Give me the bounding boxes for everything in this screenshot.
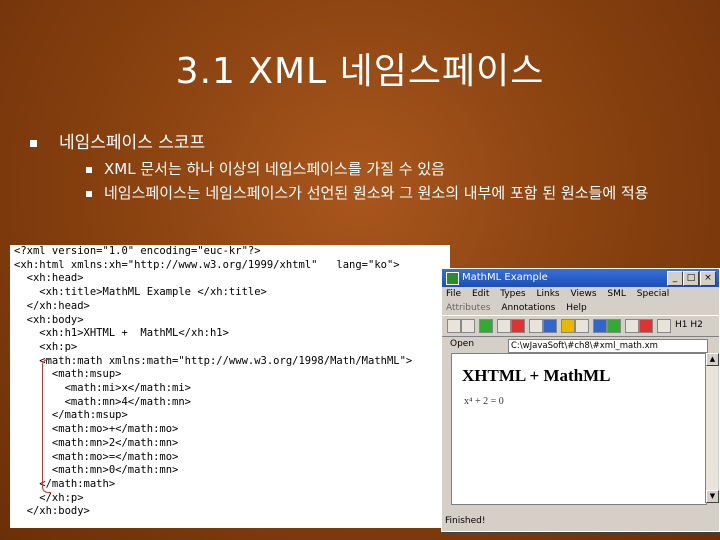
toolbar: H1 H2 xyxy=(442,315,719,337)
code-line: <math:math xmlns:math="http://www.w3.org… xyxy=(14,354,413,367)
open-label: Open xyxy=(450,339,475,349)
menu-annotations[interactable]: Annotations xyxy=(501,303,555,313)
square-bullet-icon xyxy=(86,166,92,173)
menu-edit[interactable]: Edit xyxy=(472,289,489,299)
heading-buttons[interactable]: H1 H2 xyxy=(675,320,703,330)
code-line: <xh:body> xyxy=(14,313,84,326)
sub-bullet-text: XML 문서는 하나 이상의 네임스페이스를 가질 수 있음 xyxy=(104,160,445,178)
document-view[interactable]: XHTML + MathML x⁴ + 2 = 0 xyxy=(451,353,707,505)
bullet-namespace-scope: 네임스페이스 스코프 xyxy=(30,128,205,153)
sub-bullet-1: XML 문서는 하나 이상의 네임스페이스를 가질 수 있음 xyxy=(86,159,686,180)
stop-icon[interactable] xyxy=(511,319,525,333)
menu-bar: File Edit Types Links Views SML Special xyxy=(442,287,719,301)
find-icon[interactable] xyxy=(625,319,639,333)
rendered-math: x⁴ + 2 = 0 xyxy=(464,396,504,407)
code-line: <xh:p> xyxy=(14,340,78,353)
code-line: <math:mn>0</math:mn> xyxy=(14,464,179,477)
sub-bullet-text: 네임스페이스는 네임스페이스가 선언된 원소와 그 원소의 내부에 포함 된 원… xyxy=(104,184,649,202)
menu-views[interactable]: Views xyxy=(571,289,597,299)
link-icon[interactable] xyxy=(543,319,557,333)
code-line: <math:mi>x</math:mi> xyxy=(14,382,192,395)
scope-bracket xyxy=(42,359,51,493)
code-line: </xh:body> xyxy=(14,505,90,518)
menu-sml[interactable]: SML xyxy=(607,289,626,299)
bold-icon[interactable] xyxy=(639,319,653,333)
minimize-icon[interactable]: _ xyxy=(667,271,683,286)
code-line: <xh:html xmlns:xh="http://www.w3.org/199… xyxy=(14,258,400,271)
window-title: MathML Example xyxy=(462,272,548,283)
square-bullet-icon xyxy=(86,190,92,197)
menu-types[interactable]: Types xyxy=(500,289,525,299)
home-icon[interactable] xyxy=(497,319,511,333)
status-bar: Finished! xyxy=(445,516,486,526)
save-icon[interactable] xyxy=(575,319,589,333)
rendered-heading: XHTML + MathML xyxy=(462,366,611,385)
maximize-icon[interactable]: □ xyxy=(683,271,699,286)
close-icon[interactable]: × xyxy=(700,271,716,286)
code-line: </math:math> xyxy=(14,477,116,490)
code-line: <math:mo>=</math:mo> xyxy=(14,450,179,463)
url-field[interactable]: C:\wJavaSoft\#ch8\#xml_math.xm xyxy=(508,339,708,353)
check-icon[interactable] xyxy=(607,319,621,333)
code-line: <math:mn>2</math:mn> xyxy=(14,436,179,449)
edit-icon[interactable] xyxy=(529,319,543,333)
code-line: <math:mo>+</math:mo> xyxy=(14,423,179,436)
code-line: <math:mn>4</math:mn> xyxy=(14,395,192,408)
back-icon[interactable] xyxy=(447,319,461,333)
code-line: </math:msup> xyxy=(14,409,128,422)
mathml-example-window: MathML Example _ □ × File Edit Types Lin… xyxy=(441,268,720,532)
xml-code-listing: <?xml version="1.0" encoding="euc-kr"?> … xyxy=(10,245,450,528)
scroll-down-icon[interactable]: ▼ xyxy=(706,490,719,503)
code-line: <?xml version="1.0" encoding="euc-kr"?> xyxy=(14,245,261,257)
italic-icon[interactable] xyxy=(657,319,671,333)
menu-special[interactable]: Special xyxy=(637,289,669,299)
code-line: </xh:head> xyxy=(14,299,90,312)
print-icon[interactable] xyxy=(593,319,607,333)
code-line: </xh:p> xyxy=(14,491,84,504)
menu-attributes[interactable]: Attributes xyxy=(446,303,490,313)
scroll-up-icon[interactable]: ▲ xyxy=(706,353,719,366)
slide-title: 3.1 XML 네임스페이스 xyxy=(175,51,545,92)
forward-icon[interactable] xyxy=(461,319,475,333)
app-icon xyxy=(446,272,459,285)
code-line: <xh:head> xyxy=(14,272,84,285)
bullet-text: 네임스페이스 스코프 xyxy=(59,133,206,153)
code-line: <xh:h1>XHTML + MathML</xh:h1> xyxy=(14,327,229,340)
square-bullet-icon xyxy=(30,139,37,147)
code-line: <xh:title>MathML Example </xh:title> xyxy=(14,286,267,299)
vertical-scrollbar[interactable]: ▲ ▼ xyxy=(705,353,719,503)
menu-links[interactable]: Links xyxy=(537,289,560,299)
menu-file[interactable]: File xyxy=(446,289,461,299)
reload-icon[interactable] xyxy=(479,319,493,333)
window-titlebar: MathML Example _ □ × xyxy=(442,269,719,287)
sub-bullet-2: 네임스페이스는 네임스페이스가 선언된 원소와 그 원소의 내부에 포함 된 원… xyxy=(86,183,686,204)
image-icon[interactable] xyxy=(561,319,575,333)
menu-help[interactable]: Help xyxy=(566,303,587,313)
code-line: <math:msup> xyxy=(14,368,122,381)
menu-bar-2: Attributes Annotations Help xyxy=(442,301,719,315)
